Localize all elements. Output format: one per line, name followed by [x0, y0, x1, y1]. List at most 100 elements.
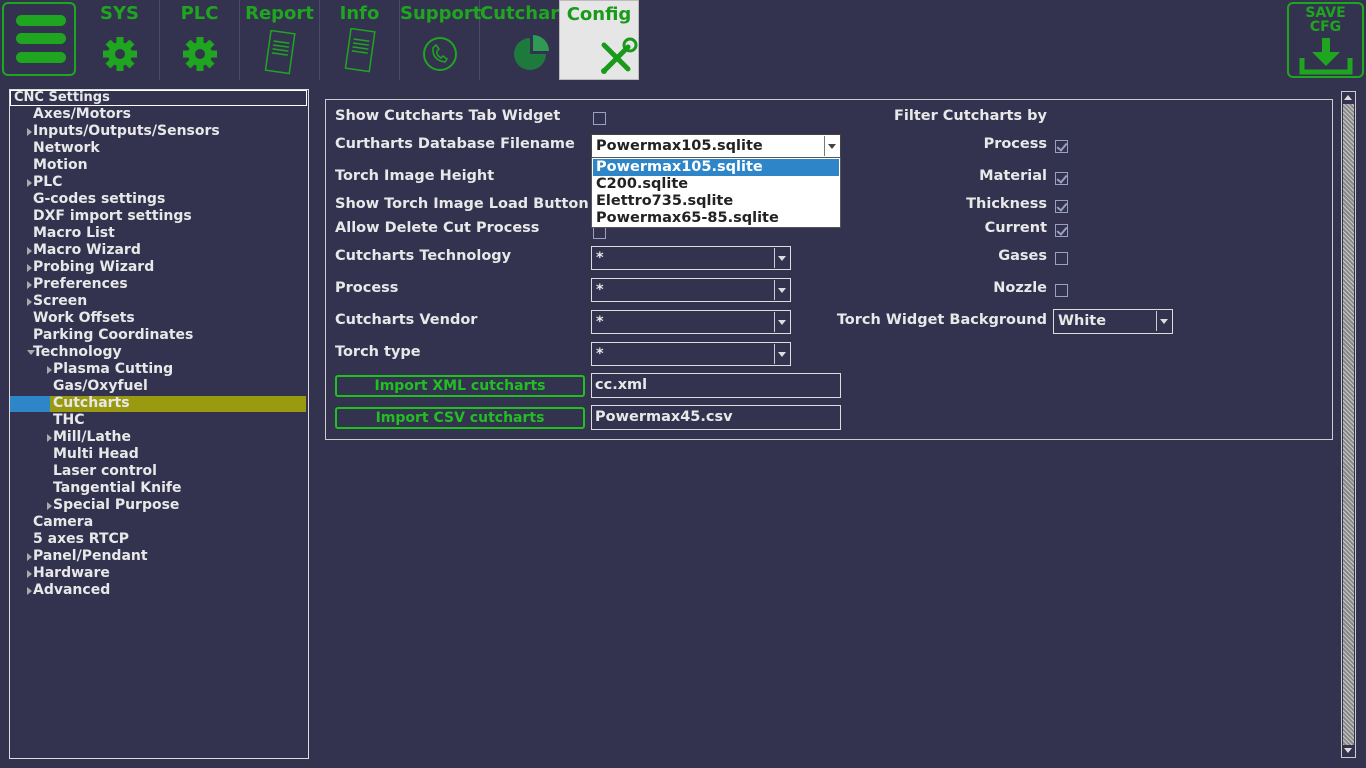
filter-material-checkbox[interactable] — [1055, 172, 1068, 185]
tree-item[interactable]: 5 axes RTCP — [10, 531, 307, 548]
chevron-down-icon[interactable] — [774, 312, 789, 332]
tree-item[interactable]: Motion — [10, 157, 307, 174]
tree-item[interactable]: PLC — [10, 174, 307, 191]
csv-file-input[interactable]: Powermax45.csv — [591, 405, 841, 430]
expand-arrow-icon[interactable] — [27, 179, 32, 187]
expand-arrow-icon[interactable] — [27, 570, 32, 578]
dropdown-option[interactable]: Elettro735.sqlite — [593, 193, 839, 210]
filter-current-checkbox[interactable] — [1055, 224, 1068, 237]
tree-item[interactable]: Tangential Knife — [10, 480, 307, 497]
tree-item[interactable]: Hardware — [10, 565, 307, 582]
tree-item[interactable]: Multi Head — [10, 446, 307, 463]
chevron-down-icon[interactable] — [774, 280, 789, 300]
pie-chart-icon — [514, 35, 549, 70]
tab-report[interactable]: Report — [240, 0, 320, 80]
filter-process-checkbox[interactable] — [1055, 140, 1068, 153]
tree-item[interactable]: DXF import settings — [10, 208, 307, 225]
tree-item[interactable]: Advanced — [10, 582, 307, 599]
filter-material-label: Material — [979, 168, 1047, 184]
tab-config[interactable]: Config — [559, 0, 639, 80]
chevron-down-icon[interactable] — [774, 344, 789, 364]
tree-item-label: Cutcharts — [53, 395, 130, 411]
chevron-down-icon[interactable] — [824, 136, 839, 156]
tree-item[interactable]: Mill/Lathe — [10, 429, 307, 446]
import-csv-button[interactable]: Import CSV cutcharts — [335, 407, 585, 429]
tree-header: CNC Settings — [10, 90, 307, 106]
expand-arrow-icon[interactable] — [27, 587, 32, 595]
import-xml-button[interactable]: Import XML cutcharts — [335, 375, 585, 397]
torch-bg-select[interactable]: White — [1053, 309, 1173, 334]
tree-item-label: PLC — [33, 174, 63, 190]
expand-arrow-icon[interactable] — [47, 434, 52, 442]
tree-item[interactable]: Work Offsets — [10, 310, 307, 327]
filter-thickness-checkbox[interactable] — [1055, 200, 1068, 213]
tree-item[interactable]: Inputs/Outputs/Sensors — [10, 123, 307, 140]
expand-arrow-icon[interactable] — [27, 264, 32, 272]
torch-bg-value: White — [1058, 313, 1107, 329]
tab-support-label: Support — [400, 3, 482, 24]
tree-item[interactable]: Special Purpose — [10, 497, 307, 514]
expand-arrow-icon[interactable] — [47, 366, 52, 374]
tab-sys[interactable]: SYS — [80, 0, 160, 80]
filter-gases-checkbox[interactable] — [1055, 252, 1068, 265]
show-tab-widget-checkbox[interactable] — [593, 112, 606, 125]
tree-item[interactable]: Panel/Pendant — [10, 548, 307, 565]
tree-item-label: THC — [53, 412, 85, 428]
db-filename-select[interactable]: Powermax105.sqlite — [591, 134, 841, 158]
torch-type-select[interactable]: * — [591, 342, 791, 366]
filter-nozzle-checkbox[interactable] — [1055, 284, 1068, 297]
tree-item[interactable]: Macro List — [10, 225, 307, 242]
vendor-select[interactable]: * — [591, 310, 791, 334]
expand-arrow-icon[interactable] — [27, 298, 32, 306]
scroll-up-icon[interactable] — [1344, 95, 1352, 100]
save-config-button[interactable]: SAVE CFG — [1287, 2, 1364, 78]
dropdown-option[interactable]: Powermax105.sqlite — [593, 159, 839, 176]
tree-item[interactable]: Laser control — [10, 463, 307, 480]
tab-info[interactable]: Info — [320, 0, 400, 80]
expand-arrow-icon[interactable] — [27, 553, 32, 561]
tree-item-label: Screen — [33, 293, 88, 309]
dropdown-option[interactable]: Powermax65-85.sqlite — [593, 210, 839, 227]
tab-plc[interactable]: PLC — [160, 0, 240, 80]
tree-item[interactable]: G-codes settings — [10, 191, 307, 208]
expand-arrow-icon[interactable] — [47, 502, 52, 510]
tree-item-label: Panel/Pendant — [33, 548, 148, 564]
tree-item-label: Gas/Oxyfuel — [53, 378, 148, 394]
technology-select[interactable]: * — [591, 246, 791, 270]
chevron-down-icon[interactable] — [1156, 311, 1171, 331]
main-menu-button[interactable] — [2, 2, 76, 76]
show-torch-load-label: Show Torch Image Load Button — [335, 196, 589, 212]
process-select[interactable]: * — [591, 278, 791, 302]
tab-plc-label: PLC — [180, 3, 219, 24]
tree-item-label: Mill/Lathe — [53, 429, 131, 445]
tree-item[interactable]: Technology — [10, 344, 307, 361]
tab-cutchart[interactable]: Cutchart — [480, 0, 568, 80]
vendor-value: * — [596, 314, 604, 330]
tree-item[interactable]: Network — [10, 140, 307, 157]
xml-file-input[interactable]: cc.xml — [591, 373, 841, 398]
tree-item[interactable]: Camera — [10, 514, 307, 531]
tree-item[interactable]: Parking Coordinates — [10, 327, 307, 344]
chevron-down-icon[interactable] — [774, 248, 789, 268]
expand-arrow-icon[interactable] — [27, 247, 32, 255]
tree-item[interactable]: Axes/Motors — [10, 106, 307, 123]
scroll-down-icon[interactable] — [1344, 748, 1352, 753]
tree-item[interactable]: Plasma Cutting — [10, 361, 307, 378]
filter-current-label: Current — [984, 220, 1047, 236]
tree-item-label: Motion — [33, 157, 88, 173]
tree-item[interactable]: Macro Wizard — [10, 242, 307, 259]
tree-item-label: Network — [33, 140, 100, 156]
dropdown-option[interactable]: C200.sqlite — [593, 176, 839, 193]
tree-item[interactable]: Cutcharts — [10, 395, 307, 412]
tree-item[interactable]: Gas/Oxyfuel — [10, 378, 307, 395]
filter-thickness-label: Thickness — [966, 196, 1047, 212]
tab-support[interactable]: Support — [400, 0, 482, 80]
tree-item-label: Special Purpose — [53, 497, 180, 513]
scrollbar-thumb[interactable] — [1343, 104, 1354, 745]
expand-arrow-icon[interactable] — [27, 128, 32, 136]
tree-item[interactable]: THC — [10, 412, 307, 429]
expand-arrow-icon[interactable] — [27, 281, 32, 289]
tree-item[interactable]: Preferences — [10, 276, 307, 293]
tree-item[interactable]: Screen — [10, 293, 307, 310]
tree-item[interactable]: Probing Wizard — [10, 259, 307, 276]
